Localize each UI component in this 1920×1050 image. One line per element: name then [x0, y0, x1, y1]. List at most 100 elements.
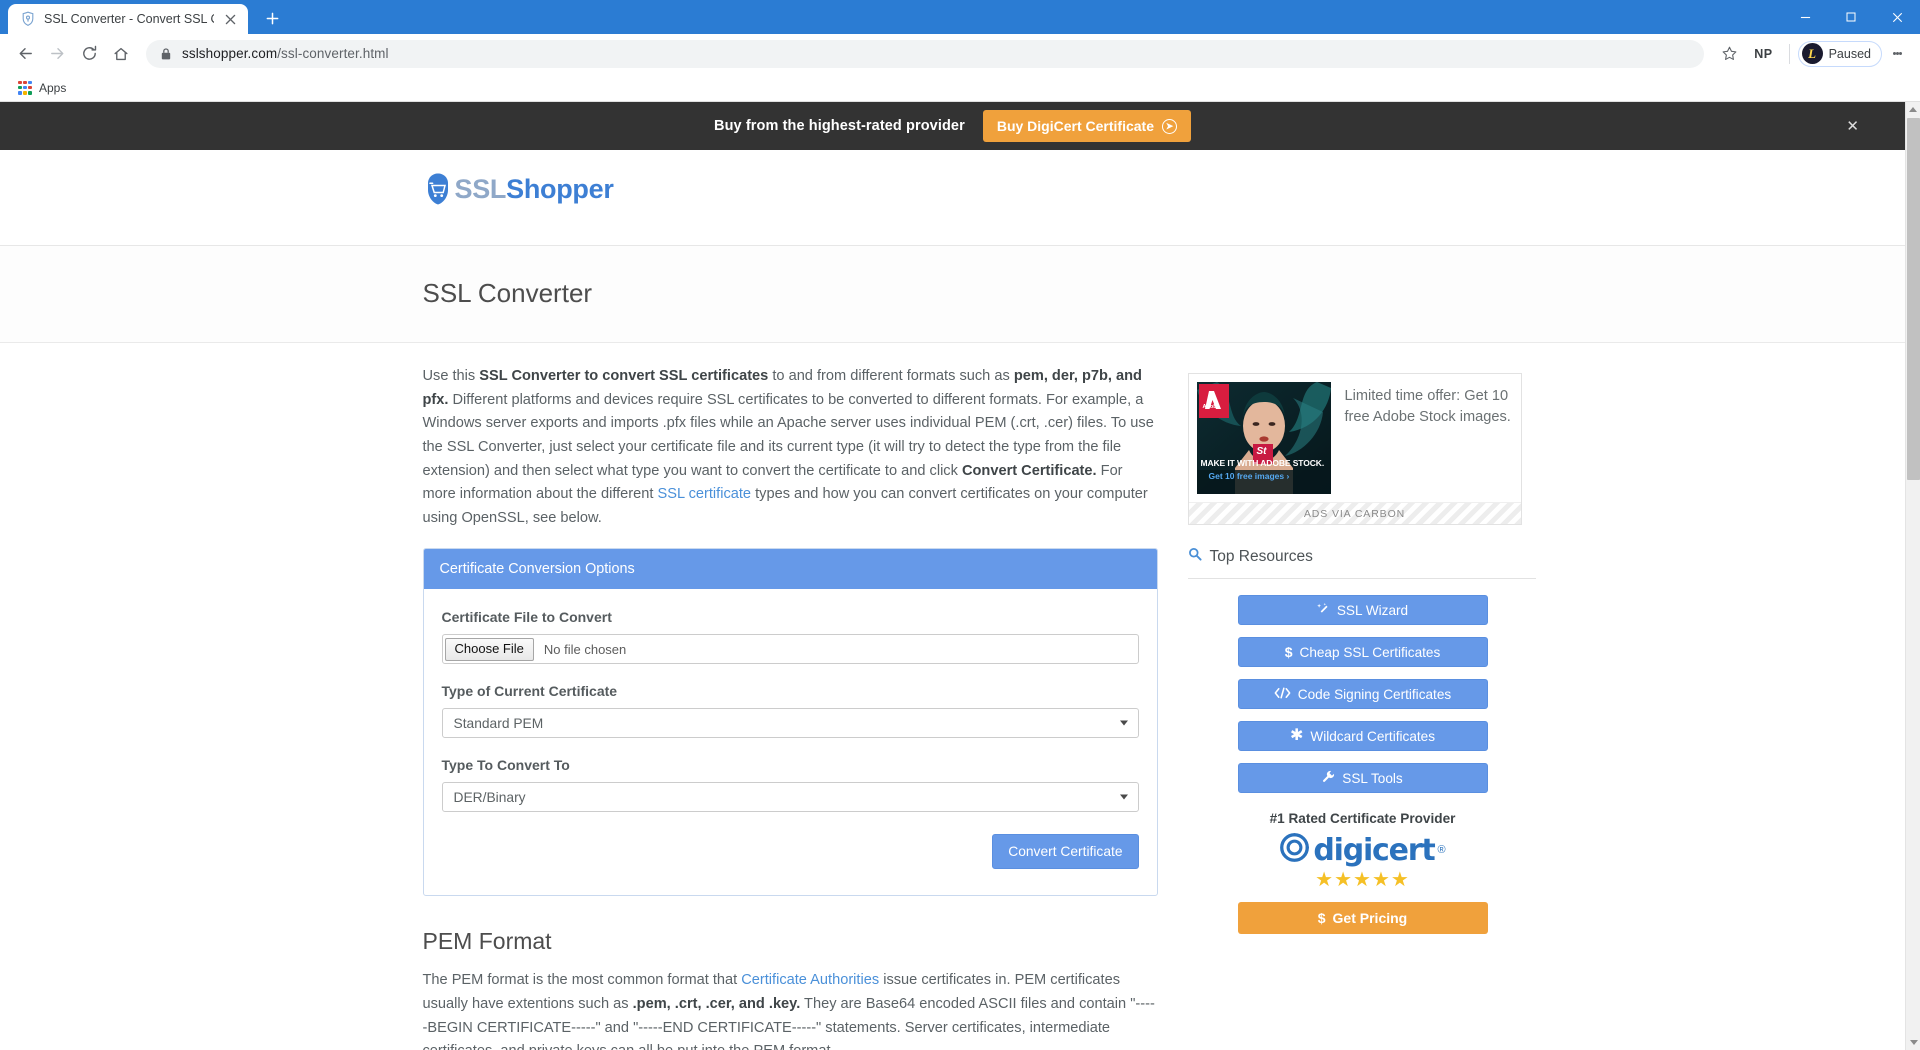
bookmark-label: Apps [39, 80, 67, 95]
scroll-up-button[interactable] [1906, 102, 1920, 117]
chevron-down-icon [1119, 794, 1128, 800]
promo-text: Buy from the highest-rated provider [714, 118, 965, 134]
minimize-button[interactable] [1782, 0, 1828, 34]
promo-banner: Buy from the highest-rated provider Buy … [0, 102, 1905, 150]
sidebar-button-label: SSL Tools [1342, 770, 1403, 786]
digicert-wordmark: digicert [1313, 832, 1435, 868]
page-viewport: Buy from the highest-rated provider Buy … [0, 102, 1920, 1050]
window-controls [1782, 0, 1920, 34]
promo-close-icon[interactable]: ✕ [1846, 117, 1859, 135]
sidebar-button-code-signing-certificates[interactable]: Code Signing Certificates [1237, 679, 1488, 709]
top-resources-heading: Top Resources [1187, 547, 1536, 579]
reload-icon[interactable] [74, 39, 104, 69]
asterisk-icon: ✱ [1289, 727, 1304, 744]
pem-p1-c: .pem, .crt, .cer, and .key. [632, 996, 801, 1013]
bookmarks-bar: Apps [0, 74, 1920, 102]
page-scrollbar[interactable] [1905, 102, 1920, 1050]
site-header: SSLShopper [0, 150, 1905, 246]
new-tab-button[interactable] [258, 4, 286, 32]
wrench-icon [1322, 770, 1335, 786]
kebab-menu-icon[interactable] [1884, 39, 1910, 69]
arrow-right-circle-icon: ➤ [1162, 118, 1177, 134]
scrollbar-thumb[interactable] [1907, 118, 1920, 480]
web-page: Buy from the highest-rated provider Buy … [0, 102, 1905, 1050]
browser-tab[interactable]: SSL Converter - Convert SSL Cert [8, 4, 248, 34]
digicert-logo: digicert ® [1238, 832, 1488, 868]
tab-title: SSL Converter - Convert SSL Cert [44, 12, 214, 26]
ad-image-cta: Get 10 free images › [1208, 471, 1290, 481]
panel-body: Certificate File to Convert Choose File … [424, 589, 1157, 895]
logo-secondary: Shopper [506, 173, 614, 204]
sidebar-button-label: SSL Wizard [1336, 602, 1409, 618]
panel-title: Certificate Conversion Options [423, 549, 1157, 590]
buy-digicert-certificate-button[interactable]: Buy DigiCert Certificate ➤ [982, 110, 1191, 142]
sidebar-button-wildcard-certificates[interactable]: ✱ Wildcard Certificates [1237, 721, 1488, 751]
maximize-button[interactable] [1828, 0, 1874, 34]
adobe-stock-ad-image: MAKE IT WITH ADOBE STOCK. Get 10 free im… [1196, 382, 1331, 494]
sidebar-button-cheap-ssl-certificates[interactable]: $ Cheap SSL Certificates [1237, 637, 1488, 667]
tab-strip: SSL Converter - Convert SSL Cert [0, 0, 1920, 34]
site-logo[interactable]: SSLShopper [423, 150, 1483, 206]
registered-icon: ® [1437, 844, 1446, 856]
ad-stock-mark: St [1256, 446, 1267, 457]
bookmark-star-icon[interactable] [1714, 39, 1744, 69]
certificate-authorities-link[interactable]: Certificate Authorities [741, 972, 879, 988]
current-type-label: Type of Current Certificate [441, 683, 618, 700]
magnifier-icon [1188, 547, 1202, 566]
address-bar[interactable]: sslshopper.com/ssl-converter.html [146, 39, 1705, 68]
arrow-left-icon[interactable] [10, 39, 40, 69]
close-icon[interactable] [222, 11, 238, 27]
form-actions: Convert Certificate [442, 834, 1139, 870]
browser-toolbar: sslshopper.com/ssl-converter.html NP L P… [0, 34, 1920, 74]
convert-to-value: DER/Binary [453, 789, 526, 805]
current-type-select[interactable]: Standard PEM [441, 708, 1139, 739]
get-pricing-button[interactable]: $ Get Pricing [1237, 902, 1488, 934]
browser-window: SSL Converter - Convert SSL Cert [0, 0, 1920, 1050]
rating-stars: ★★★★★ [1315, 869, 1410, 891]
close-window-button[interactable] [1874, 0, 1920, 34]
ad-text: Limited time offer: Get 10 free Adobe St… [1344, 388, 1511, 425]
ad-image-headline: MAKE IT WITH ADOBE STOCK. [1200, 458, 1325, 468]
home-icon[interactable] [106, 39, 136, 69]
lock-icon [160, 47, 172, 61]
sidebar-button-ssl-tools[interactable]: SSL Tools [1237, 763, 1488, 793]
site-logo-text: SSLShopper [455, 174, 614, 205]
arrow-right-icon[interactable] [42, 39, 72, 69]
profile-initials[interactable]: NP [1746, 47, 1780, 61]
current-type-value: Standard PEM [453, 715, 544, 731]
top-resources-label: Top Resources [1209, 547, 1313, 565]
url-text: sslshopper.com/ssl-converter.html [182, 46, 389, 61]
scroll-down-button[interactable] [1906, 1035, 1920, 1050]
code-brackets-icon [1274, 686, 1291, 702]
sidebar-button-label: Code Signing Certificates [1297, 686, 1452, 702]
ssl-shopper-cart-shield-logo [423, 172, 453, 206]
certificate-file-label: Certificate File to Convert [441, 609, 612, 626]
pem-format-heading: PEM Format [422, 928, 552, 955]
shield-lock-icon [20, 11, 36, 27]
ssl-certificate-link[interactable]: SSL certificate [658, 486, 752, 502]
choose-file-button[interactable]: Choose File [444, 638, 534, 661]
pem-p1-a: The PEM format is the most common format… [422, 972, 742, 989]
pem-paragraph-1: The PEM format is the most common format… [423, 969, 1158, 1050]
sidebar-button-label: Wildcard Certificates [1310, 728, 1436, 744]
url-domain: sslshopper.com [182, 46, 278, 61]
get-pricing-label: Get Pricing [1332, 910, 1408, 926]
certificate-conversion-panel: Certificate Conversion Options Certifica… [422, 548, 1158, 897]
intro-c: to and from different formats such as [768, 368, 1014, 384]
convert-certificate-button[interactable]: Convert Certificate [992, 834, 1139, 870]
digicert-promo: #1 Rated Certificate Provider digicert ®… [1237, 811, 1488, 934]
main-column: Use this SSL Converter to convert SSL ce… [422, 365, 1158, 1050]
top-resources-buttons: SSL Wizard $ Cheap SSL Certificates Code… [1237, 595, 1488, 793]
convert-to-select[interactable]: DER/Binary [441, 782, 1139, 813]
intro-f: Convert Certificate. [961, 462, 1097, 479]
carbon-ad[interactable]: MAKE IT WITH ADOBE STOCK. Get 10 free im… [1187, 373, 1522, 525]
sidebar-button-ssl-wizard[interactable]: SSL Wizard [1237, 595, 1488, 625]
page-title: SSL Converter [422, 278, 593, 308]
ad-footer-label: ADS VIA CARBON [1188, 502, 1521, 524]
bookmark-apps[interactable]: Apps [12, 79, 72, 97]
certificate-file-input[interactable]: Choose File No file chosen [441, 634, 1139, 665]
url-path: /ssl-converter.html [277, 46, 389, 61]
extension-paused-button[interactable]: L Paused [1797, 40, 1882, 67]
extension-label: Paused [1828, 46, 1871, 61]
logo-primary: SSL [454, 173, 507, 204]
